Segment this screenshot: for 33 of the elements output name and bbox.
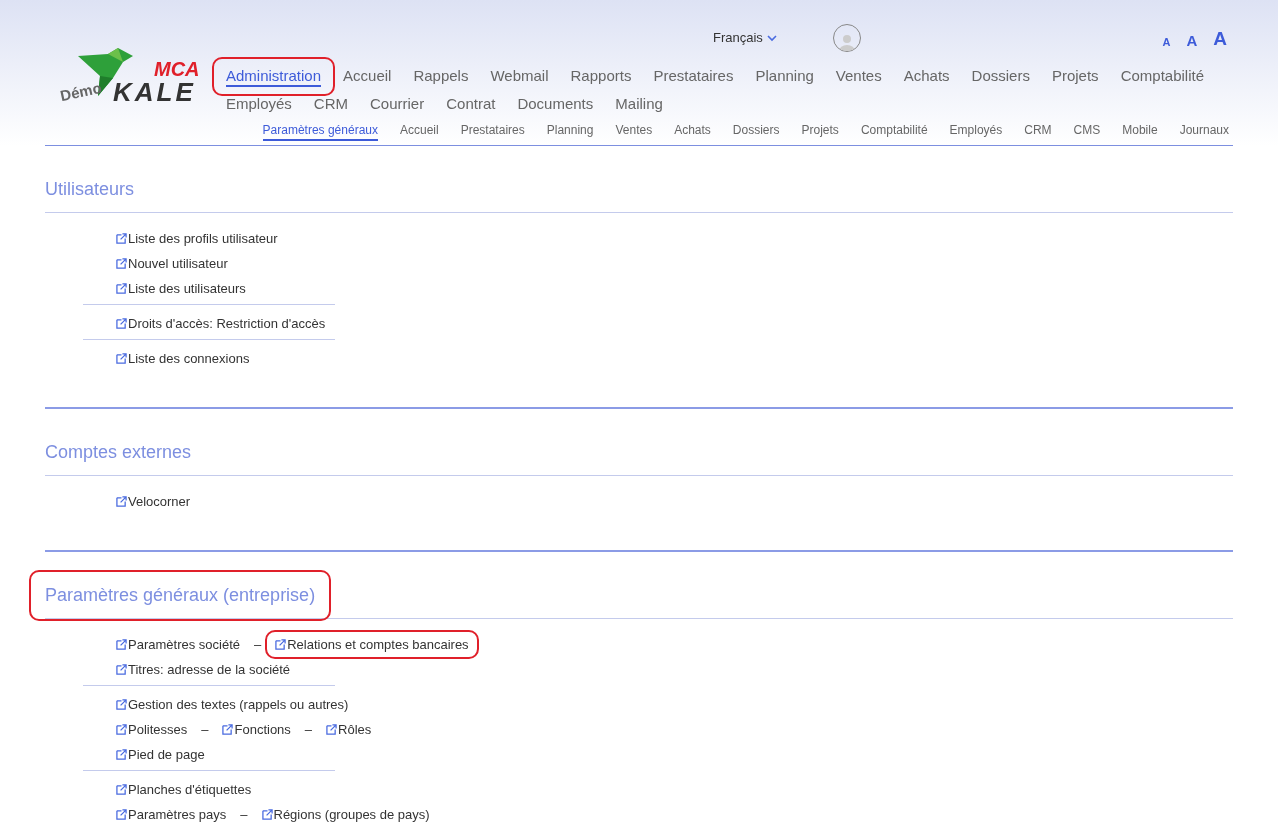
link-separator: – <box>304 720 313 739</box>
sub-nav-tab[interactable]: Planning <box>546 121 594 141</box>
link-separator: – <box>201 720 209 739</box>
main-nav-tab[interactable]: Administration <box>212 57 336 96</box>
sub-nav-tab[interactable]: Paramètres généraux <box>262 121 378 141</box>
logo-acronym: MCA <box>154 59 200 79</box>
link-separator: – <box>254 635 262 654</box>
sub-nav-tab[interactable]: Journaux <box>1179 121 1229 141</box>
sub-nav-tab[interactable]: Employés <box>949 121 1003 141</box>
sub-nav-tab[interactable]: Dossiers <box>732 121 780 141</box>
settings-link[interactable]: Velocorner <box>106 486 201 517</box>
sub-nav-tab[interactable]: Comptabilité <box>860 121 928 141</box>
logo-prefix: Démo <box>58 79 103 104</box>
language-selector[interactable]: Français <box>713 28 777 48</box>
settings-link[interactable]: Liste des connexions <box>106 343 260 374</box>
sub-nav-tab[interactable]: Ventes <box>615 121 653 141</box>
font-size-button[interactable]: A <box>1186 32 1198 48</box>
sub-nav-tab[interactable]: CRM <box>1024 121 1052 141</box>
font-size-button[interactable]: A <box>1162 36 1171 48</box>
sub-nav-tab[interactable]: Achats <box>674 121 711 141</box>
section-title: Paramètres généraux (entreprise) <box>29 570 332 621</box>
font-size-button[interactable]: A <box>1213 28 1227 48</box>
settings-link[interactable]: Droits d'accès: Restriction d'accès <box>106 308 336 339</box>
section-title: Comptes externes <box>44 441 193 464</box>
sub-nav-tab[interactable]: CMS <box>1073 121 1101 141</box>
section-title: Utilisateurs <box>44 178 136 201</box>
logo-brand: KALE <box>113 79 196 105</box>
sub-nav-tab[interactable]: Accueil <box>400 121 439 141</box>
sub-nav-tab[interactable]: Mobile <box>1122 121 1158 141</box>
settings-link[interactable]: Relations et comptes bancaires <box>265 629 479 660</box>
sub-nav-tab[interactable]: Prestataires <box>460 121 525 141</box>
sub-nav-tab[interactable]: Projets <box>801 121 839 141</box>
link-separator: – <box>240 805 248 824</box>
